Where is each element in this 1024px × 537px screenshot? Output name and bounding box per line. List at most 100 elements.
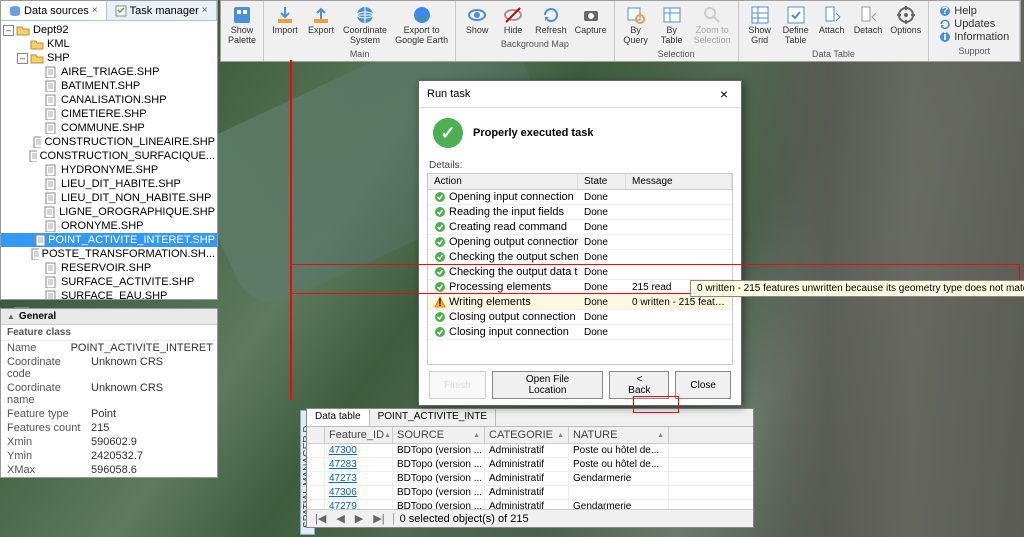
dialog-row[interactable]: Checking the output data tableDone [428, 265, 732, 280]
import-button[interactable]: Import [268, 3, 302, 48]
help-link[interactable]: Help [939, 5, 1009, 17]
tree-item[interactable]: CANALISATION.SHP [1, 93, 217, 107]
tree-item[interactable]: HYDRONYME.SHP [1, 163, 217, 177]
table-cell[interactable]: 47306 [325, 486, 393, 499]
table-cell[interactable]: 47279 [325, 500, 393, 509]
tree-item[interactable]: CONSTRUCTION_SURFACIQUE... [1, 149, 217, 163]
tree-item[interactable]: BATIMENT.SHP [1, 79, 217, 93]
tree-item[interactable]: COMMUNE.SHP [1, 121, 217, 135]
dialog-row[interactable]: Closing input connectionDone [428, 325, 732, 340]
tree-item[interactable]: –SHP [1, 51, 217, 65]
by-table-button[interactable]: ByTable [655, 3, 689, 48]
col-state[interactable]: State [578, 174, 626, 189]
tree-item[interactable]: AIRE_TRIAGE.SHP [1, 65, 217, 79]
table-row[interactable]: 47283BDTopo (version ...AdministratifPos… [307, 458, 753, 472]
by-query-button[interactable]: ByQuery [619, 3, 653, 48]
table-row[interactable]: 47306BDTopo (version ...Administratif [307, 486, 753, 500]
column-header[interactable]: NATURE▲ [569, 427, 669, 443]
table-row[interactable]: 47300BDTopo (version ...AdministratifPos… [307, 444, 753, 458]
property-row: Features count215 [1, 421, 217, 435]
tab-label: Data sources [24, 5, 89, 17]
dialog-close-button[interactable]: × [715, 85, 733, 103]
updates-link[interactable]: Updates [939, 18, 1009, 30]
tree-item[interactable]: CONSTRUCTION_LINEAIRE.SHP [1, 135, 217, 149]
show-button[interactable]: Show [460, 3, 494, 38]
open-file-location-button[interactable]: Open File Location [492, 371, 604, 399]
tab-close-icon[interactable]: × [202, 5, 208, 16]
column-header[interactable]: Feature_ID▲ [325, 427, 393, 443]
tree-node-icon [28, 150, 37, 162]
tree-toggle[interactable]: – [3, 25, 14, 36]
dialog-row[interactable]: Processing elementsDone215 read [428, 280, 732, 295]
nav-first[interactable]: |◀ [313, 512, 328, 525]
tree-item[interactable]: POINT_ACTIVITE_INTERET.SHP [1, 233, 217, 247]
nav-last[interactable]: ▶| [371, 512, 386, 525]
show-grid-button[interactable]: ShowGrid [743, 3, 777, 48]
data-sources-tree[interactable]: –Dept92KML–SHPAIRE_TRIAGE.SHPBATIMENT.SH… [1, 21, 217, 299]
state-text: Done [578, 191, 626, 204]
column-header[interactable] [307, 427, 325, 443]
data-table-body[interactable]: 47300BDTopo (version ...AdministratifPos… [307, 444, 753, 509]
dialog-row[interactable]: Creating read commandDone [428, 220, 732, 235]
property-row: Coordinate codeUnknown CRS [1, 355, 217, 381]
define-table-button[interactable]: DefineTable [779, 3, 813, 48]
dialog-row[interactable]: Reading the input fieldsDone [428, 205, 732, 220]
close-button[interactable]: Close [675, 371, 731, 399]
dialog-row[interactable]: Opening input connectionDone [428, 190, 732, 205]
success-icon: ✓ [433, 118, 463, 148]
table-cell: BDTopo (version ... [393, 472, 485, 485]
tree-item[interactable]: LIEU_DIT_HABITE.SHP [1, 177, 217, 191]
tree-item[interactable]: CIMETIERE.SHP [1, 107, 217, 121]
export-button[interactable]: Export [304, 3, 338, 48]
tree-item[interactable]: –Dept92 [1, 23, 217, 37]
data-table-tab[interactable]: POINT_ACTIVITE_INTE [370, 409, 496, 426]
col-message[interactable]: Message [626, 174, 732, 189]
tree-item[interactable]: LIGNE_OROGRAPHIQUE.SHP [1, 205, 217, 219]
message-text [626, 211, 732, 213]
properties-header[interactable]: General [1, 309, 217, 325]
dialog-row[interactable]: Closing output connectionDone [428, 310, 732, 325]
column-header[interactable]: CATEGORIE▲ [485, 427, 569, 443]
capture-button[interactable]: Capture [572, 3, 610, 38]
tree-item[interactable]: SURFACE_ACTIVITE.SHP [1, 275, 217, 289]
col-action[interactable]: Action [428, 174, 578, 189]
table-cell[interactable]: 47300 [325, 444, 393, 457]
toolbar-label: Attach [819, 26, 845, 36]
data-table-tab[interactable]: Data table [307, 409, 370, 426]
nav-next[interactable]: ▶ [353, 512, 365, 525]
show-palette-button[interactable]: ShowPalette [225, 3, 259, 48]
table-cell[interactable]: 47283 [325, 458, 393, 471]
options-button[interactable]: Options [887, 3, 924, 48]
column-header[interactable]: SOURCE▲ [393, 427, 485, 443]
table-row[interactable]: 47273BDTopo (version ...AdministratifGen… [307, 472, 753, 486]
dialog-row[interactable]: Checking the output schemaDone [428, 250, 732, 265]
table-row[interactable]: 47279BDTopo (version ...AdministratifGen… [307, 500, 753, 509]
refresh-button[interactable]: Refresh [532, 3, 570, 38]
tab-close-icon[interactable]: × [92, 5, 98, 16]
dialog-row[interactable]: Writing elementsDone0 written - 215 feat… [428, 295, 732, 310]
tab-task-manager[interactable]: Task manager× [107, 1, 217, 20]
attach-button[interactable]: Attach [815, 3, 849, 48]
tree-item[interactable]: SURFACE_EAU.SHP [1, 289, 217, 299]
hide-button[interactable]: Hide [496, 3, 530, 38]
nav-prev[interactable]: ◀ [334, 512, 346, 525]
tree-item[interactable]: RESERVOIR.SHP [1, 261, 217, 275]
tree-item[interactable]: POSTE_TRANSFORMATION.SH... [1, 247, 217, 261]
state-text: Done [578, 296, 626, 309]
export-ge-button[interactable]: Export toGoogle Earth [392, 3, 451, 48]
table-cell: BDTopo (version ... [393, 486, 485, 499]
coordinate-system-button[interactable]: CoordinateSystem [340, 3, 390, 48]
tree-label: RESERVOIR.SHP [61, 262, 151, 274]
detach-button[interactable]: Detach [851, 3, 886, 48]
table-cell: BDTopo (version ... [393, 444, 485, 457]
dialog-row[interactable]: Opening output connectionDone [428, 235, 732, 250]
state-text: Done [578, 251, 626, 264]
back-button[interactable]: < Back [609, 371, 669, 399]
tab-data-sources[interactable]: Data sources× [1, 1, 107, 20]
table-cell[interactable]: 47273 [325, 472, 393, 485]
tree-item[interactable]: LIEU_DIT_NON_HABITE.SHP [1, 191, 217, 205]
tree-toggle[interactable]: – [17, 53, 28, 64]
tree-item[interactable]: ORONYME.SHP [1, 219, 217, 233]
tree-item[interactable]: KML [1, 37, 217, 51]
information-link[interactable]: Information [939, 31, 1009, 43]
